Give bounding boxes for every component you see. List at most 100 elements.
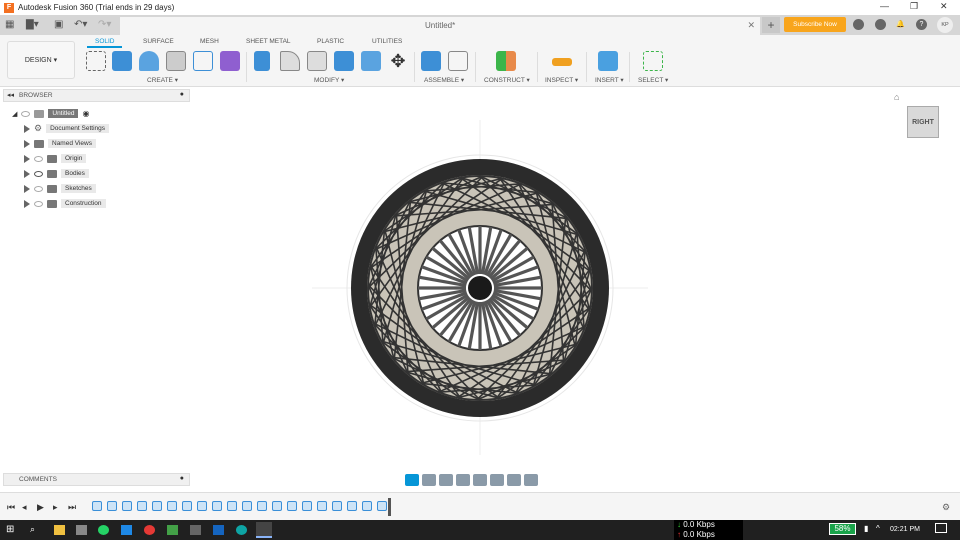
redo-icon[interactable]: ↷▾	[98, 19, 111, 30]
pin-icon[interactable]: ●	[180, 475, 184, 482]
expand-icon[interactable]	[24, 184, 30, 193]
timeline-feature-icon[interactable]	[332, 501, 342, 511]
home-view-icon[interactable]: ⌂	[894, 92, 899, 102]
notifications-icon[interactable]: 🔔	[895, 19, 906, 30]
form-icon[interactable]	[220, 51, 240, 71]
inspect-menu[interactable]: INSPECT ▾	[545, 76, 578, 84]
visibility-icon[interactable]	[34, 155, 43, 162]
timeline-feature-icon[interactable]	[152, 501, 162, 511]
subscribe-button[interactable]: Subscribe Now	[784, 17, 846, 32]
measure-icon[interactable]	[552, 58, 572, 66]
zoom-icon[interactable]	[456, 474, 470, 486]
timeline-feature-icon[interactable]	[167, 501, 177, 511]
step-back-icon[interactable]: ◂	[22, 502, 27, 513]
press-pull-icon[interactable]	[254, 51, 270, 71]
browser-item-named-views[interactable]: Named Views	[24, 138, 96, 149]
action-center-icon[interactable]	[935, 523, 947, 533]
step-forward-icon[interactable]: ▸	[53, 502, 58, 513]
tray-chevron-icon[interactable]: ^	[876, 524, 880, 533]
job-status-icon[interactable]	[875, 19, 886, 30]
timeline-feature-icon[interactable]	[122, 501, 132, 511]
split-body-icon[interactable]	[361, 51, 381, 71]
browser-item-sketches[interactable]: Sketches	[24, 183, 96, 194]
extensions-icon[interactable]	[853, 19, 864, 30]
timeline-feature-icon[interactable]	[317, 501, 327, 511]
timeline-feature-icon[interactable]	[107, 501, 117, 511]
timeline-feature-icon[interactable]	[227, 501, 237, 511]
insert-image-icon[interactable]	[598, 51, 618, 71]
save-icon[interactable]: ▣	[54, 19, 63, 30]
timeline-marker[interactable]	[388, 498, 391, 516]
app-icon[interactable]	[121, 525, 132, 535]
app-icon[interactable]	[190, 525, 201, 535]
timeline-feature-icon[interactable]	[197, 501, 207, 511]
search-icon[interactable]: ⌕	[30, 524, 35, 535]
close-button[interactable]: ✕	[940, 1, 948, 12]
windows-start-icon[interactable]: ⊞	[6, 524, 14, 535]
timeline-feature-icon[interactable]	[257, 501, 267, 511]
timeline-settings-icon[interactable]: ⚙	[942, 502, 950, 513]
tab-solid[interactable]: SOLID	[95, 38, 115, 45]
visibility-icon[interactable]	[34, 185, 43, 192]
new-component-icon[interactable]	[421, 51, 441, 71]
comments-panel-header[interactable]: COMMENTS ●	[3, 473, 190, 486]
whatsapp-icon[interactable]	[98, 525, 109, 535]
minimize-button[interactable]: —	[880, 1, 889, 11]
hole-icon[interactable]	[166, 51, 186, 71]
app-icon[interactable]	[167, 525, 178, 535]
go-to-start-icon[interactable]: ⏮	[7, 502, 15, 513]
fit-icon[interactable]	[473, 474, 487, 486]
shell-icon[interactable]	[307, 51, 327, 71]
browser-item-bodies[interactable]: Bodies	[24, 168, 89, 179]
browser-root[interactable]: ◢ Untitled ◉	[12, 108, 89, 119]
pin-icon[interactable]: ●	[180, 91, 184, 98]
timeline-feature-icon[interactable]	[137, 501, 147, 511]
insert-menu[interactable]: INSERT ▾	[595, 76, 624, 84]
display-settings-icon[interactable]	[490, 474, 504, 486]
revolve-icon[interactable]	[139, 51, 159, 71]
select-icon[interactable]	[643, 51, 663, 71]
edge-icon[interactable]	[236, 525, 247, 535]
create-menu[interactable]: CREATE ▾	[147, 76, 178, 84]
timeline-feature-icon[interactable]	[347, 501, 357, 511]
expand-icon[interactable]	[24, 199, 30, 208]
construct-menu[interactable]: CONSTRUCT ▾	[484, 76, 530, 84]
expand-icon[interactable]	[24, 154, 30, 163]
undo-icon[interactable]: ↶▾	[74, 19, 87, 30]
go-to-end-icon[interactable]: ⏭	[68, 502, 76, 513]
viewports-icon[interactable]	[524, 474, 538, 486]
assemble-menu[interactable]: ASSEMBLE ▾	[424, 76, 464, 84]
timeline-feature-icon[interactable]	[242, 501, 252, 511]
clock[interactable]: 02:21 PM	[890, 526, 920, 533]
tab-mesh[interactable]: MESH	[200, 38, 219, 45]
joint-icon[interactable]	[448, 51, 468, 71]
battery-indicator[interactable]: 58%	[829, 523, 856, 535]
modify-menu[interactable]: MODIFY ▾	[314, 76, 344, 84]
timeline-feature-icon[interactable]	[212, 501, 222, 511]
chrome-icon[interactable]	[144, 525, 155, 535]
collapse-icon[interactable]: ◂◂	[7, 91, 14, 99]
tab-utilities[interactable]: UTILITIES	[372, 38, 402, 45]
move-icon[interactable]: ✥	[388, 51, 408, 71]
tab-sheet-metal[interactable]: SHEET METAL	[246, 38, 291, 45]
combine-icon[interactable]	[334, 51, 354, 71]
expand-icon[interactable]	[24, 139, 30, 148]
orbit-icon[interactable]	[405, 474, 419, 486]
expand-icon[interactable]	[24, 169, 30, 178]
help-icon[interactable]: ?	[916, 19, 927, 30]
timeline-feature-icon[interactable]	[287, 501, 297, 511]
maximize-button[interactable]: ❐	[910, 1, 918, 12]
activate-icon[interactable]: ◉	[82, 109, 89, 118]
store-icon[interactable]	[76, 525, 87, 535]
file-explorer-icon[interactable]	[54, 525, 65, 535]
select-menu[interactable]: SELECT ▾	[638, 76, 668, 84]
timeline-feature-icon[interactable]	[92, 501, 102, 511]
timeline-feature-icon[interactable]	[272, 501, 282, 511]
expand-icon[interactable]	[24, 124, 30, 133]
new-tab-button[interactable]: +	[762, 17, 780, 33]
timeline-feature-icon[interactable]	[302, 501, 312, 511]
expand-icon[interactable]: ◢	[12, 110, 17, 118]
browser-item-document-settings[interactable]: ⚙ Document Settings	[24, 123, 109, 134]
play-icon[interactable]: ▶	[37, 502, 44, 513]
app-icon[interactable]	[213, 525, 224, 535]
